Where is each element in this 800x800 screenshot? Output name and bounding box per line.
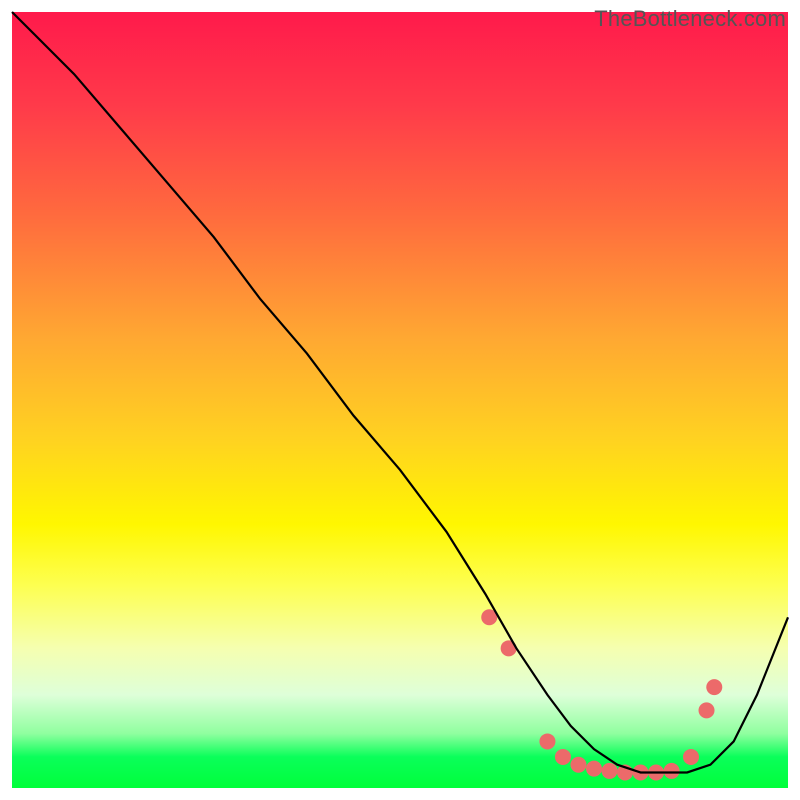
highlight-marker <box>683 749 699 765</box>
highlight-marker <box>664 763 680 779</box>
bottleneck-chart: TheBottleneck.com <box>0 0 800 800</box>
highlight-marker <box>586 761 602 777</box>
chart-overlay <box>12 12 788 788</box>
bottleneck-curve-path <box>12 12 788 772</box>
watermark-text: TheBottleneck.com <box>594 6 786 32</box>
highlight-marker <box>706 679 722 695</box>
highlight-marker <box>555 749 571 765</box>
highlight-marker <box>699 702 715 718</box>
highlight-marker <box>602 763 618 779</box>
highlight-marker <box>570 757 586 773</box>
highlight-marker <box>539 733 555 749</box>
